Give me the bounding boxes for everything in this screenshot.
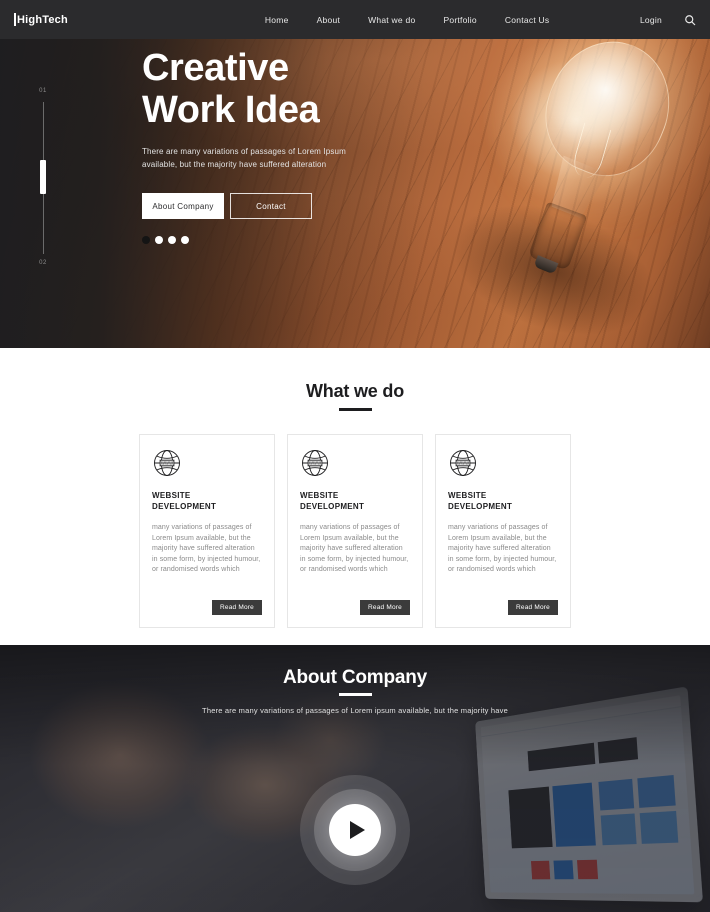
service-card-body: many variations of passages of Lorem Ips… bbox=[448, 524, 557, 574]
service-card-title-line-2: DEVELOPMENT bbox=[300, 502, 365, 511]
service-card-title-line-1: WEBSITE bbox=[152, 491, 191, 500]
service-card-body: many variations of passages of Lorem Ips… bbox=[152, 524, 261, 574]
play-icon[interactable] bbox=[329, 804, 381, 856]
hero-button-group: About Company Contact bbox=[142, 193, 482, 219]
hero-slider-dots bbox=[142, 236, 482, 244]
service-card[interactable]: WWW WEBSITE DEVELOPMENT many variations … bbox=[139, 434, 275, 628]
svg-text:WWW: WWW bbox=[161, 461, 174, 466]
read-more-button[interactable]: Read More bbox=[360, 600, 410, 615]
slider-thumb[interactable] bbox=[40, 160, 46, 194]
service-card-title: WEBSITE DEVELOPMENT bbox=[448, 490, 558, 512]
nav-item-portfolio[interactable]: Portfolio bbox=[443, 15, 476, 25]
read-more-button[interactable]: Read More bbox=[212, 600, 262, 615]
play-triangle bbox=[349, 821, 365, 839]
service-card-title-line-2: DEVELOPMENT bbox=[152, 502, 217, 511]
read-more-button[interactable]: Read More bbox=[508, 600, 558, 615]
nav-item-home[interactable]: Home bbox=[265, 15, 289, 25]
slider-dot-4[interactable] bbox=[181, 236, 189, 244]
nav-item-about[interactable]: About bbox=[317, 15, 340, 25]
main-navigation: Home About What we do Portfolio Contact … bbox=[265, 15, 550, 25]
service-card[interactable]: WWW WEBSITE DEVELOPMENT many variations … bbox=[287, 434, 423, 628]
svg-text:WWW: WWW bbox=[457, 461, 470, 466]
service-card-list: WWW WEBSITE DEVELOPMENT many variations … bbox=[0, 434, 710, 628]
slider-current-index: 01 bbox=[39, 88, 47, 94]
hero-content: Creative Work Idea There are many variat… bbox=[142, 47, 482, 244]
hero-title-line-2: Work Idea bbox=[142, 89, 320, 131]
slider-total-index: 02 bbox=[39, 260, 47, 266]
svg-text:WWW: WWW bbox=[309, 461, 322, 466]
hero-subtitle: There are many variations of passages of… bbox=[142, 147, 346, 169]
services-title-underline bbox=[338, 408, 372, 411]
about-header: About Company There are many variations … bbox=[0, 667, 710, 715]
service-card-title-line-1: WEBSITE bbox=[448, 491, 487, 500]
site-logo[interactable]: HighTech bbox=[14, 13, 68, 26]
nav-item-what-we-do[interactable]: What we do bbox=[368, 15, 415, 25]
nav-item-contact-us[interactable]: Contact Us bbox=[505, 15, 550, 25]
logo-text: HighTech bbox=[17, 13, 68, 26]
search-icon[interactable] bbox=[684, 14, 696, 26]
hero-title: Creative Work Idea bbox=[142, 47, 482, 131]
globe-www-icon: WWW bbox=[154, 450, 180, 476]
services-section: What we do WWW WEBSITE DEVELOPMENT many … bbox=[0, 348, 710, 645]
slider-dot-2[interactable] bbox=[155, 236, 163, 244]
globe-www-icon: WWW bbox=[450, 450, 476, 476]
slider-dot-1[interactable] bbox=[142, 236, 150, 244]
service-card-body: many variations of passages of Lorem Ips… bbox=[300, 524, 409, 574]
slider-dot-3[interactable] bbox=[168, 236, 176, 244]
video-play-button[interactable] bbox=[300, 775, 410, 885]
login-link[interactable]: Login bbox=[640, 15, 662, 25]
about-title-underline bbox=[338, 693, 372, 696]
site-header: HighTech Home About What we do Portfolio… bbox=[0, 0, 710, 39]
hero-section: 01 02 Creative Work Idea There are many … bbox=[0, 0, 710, 348]
about-company-button[interactable]: About Company bbox=[142, 193, 224, 219]
about-subtitle: There are many variations of passages of… bbox=[202, 706, 508, 715]
service-card-title: WEBSITE DEVELOPMENT bbox=[300, 490, 410, 512]
header-actions: Login bbox=[640, 0, 710, 39]
contact-button[interactable]: Contact bbox=[230, 193, 312, 219]
hero-slider-rail[interactable]: 01 02 bbox=[36, 88, 50, 266]
logo-bar-icon bbox=[14, 13, 16, 26]
globe-www-icon: WWW bbox=[302, 450, 328, 476]
service-card[interactable]: WWW WEBSITE DEVELOPMENT many variations … bbox=[435, 434, 571, 628]
service-card-title: WEBSITE DEVELOPMENT bbox=[152, 490, 262, 512]
hero-title-line-1: Creative bbox=[142, 47, 289, 89]
service-card-title-line-1: WEBSITE bbox=[300, 491, 339, 500]
service-card-title-line-2: DEVELOPMENT bbox=[448, 502, 513, 511]
services-title: What we do bbox=[306, 381, 404, 401]
about-title: About Company bbox=[282, 667, 428, 688]
